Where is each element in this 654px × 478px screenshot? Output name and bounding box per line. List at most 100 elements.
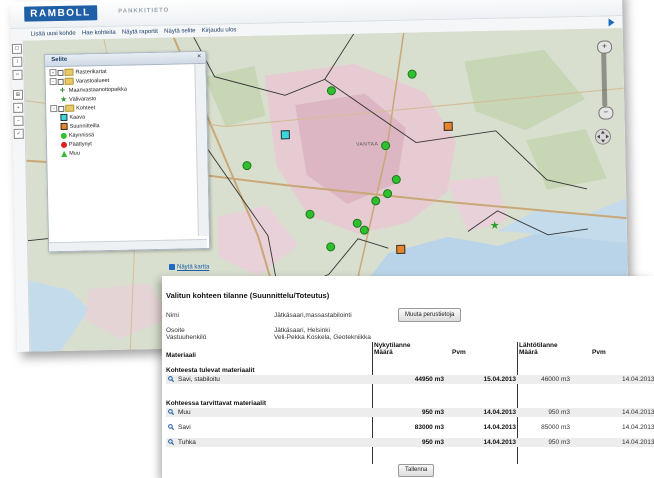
square-symbol-icon	[60, 113, 68, 122]
legend-item-muu: Muu	[51, 147, 199, 159]
legend-vertical-scrollbar[interactable]	[194, 63, 209, 237]
circle-symbol-icon	[60, 132, 67, 139]
material-name: Savi	[178, 424, 191, 431]
legend-tree: + Rasterikartat − Varastoalueet + Maanvasta…	[45, 64, 205, 243]
start-date: 14.04.2013	[622, 424, 654, 431]
field-label-responsible: Vastuuhenkilö	[166, 334, 207, 341]
triangle-symbol-icon	[61, 150, 68, 157]
collapse-arrow-icon[interactable]	[608, 18, 615, 27]
material-name: Muu	[178, 409, 191, 416]
square-symbol-icon	[60, 122, 68, 131]
marker-suunnitteilla[interactable]	[396, 244, 406, 254]
expand-icon[interactable]: +	[49, 69, 57, 77]
map-label-vantaa: VANTAA	[356, 141, 379, 148]
table-row[interactable]: Muu 950 m3 14.04.2013 950 m3 14.04.2013	[166, 408, 654, 417]
current-qty: 44950 m3	[414, 376, 444, 383]
current-date: 14.04.2013	[483, 409, 516, 416]
marker-kaava[interactable]	[280, 130, 290, 140]
plus-symbol-icon: +	[59, 84, 66, 96]
legend-horizontal-scrollbar[interactable]	[49, 238, 208, 252]
show-map-link[interactable]: Näytä kartta	[177, 265, 209, 271]
save-button[interactable]: Tallenna	[398, 464, 435, 477]
table-row[interactable]: Tuhka 950 m3 14.04.2013 950 m3 14.04.201…	[166, 438, 654, 447]
select-tool-icon[interactable]: ✓	[13, 128, 24, 139]
legend-item-label: Kohteet	[76, 105, 96, 112]
folder-icon	[65, 104, 75, 112]
legend-checkbox[interactable]	[57, 78, 64, 85]
field-label-name: Nimi	[166, 312, 179, 319]
table-row[interactable]: Savi 83000 m3 14.04.2013 85000 m3 14.04.…	[166, 423, 654, 432]
magnifier-icon[interactable]	[168, 424, 174, 430]
field-value-responsible: Veli-Pekka Koskela, Geotekniikka	[274, 334, 371, 341]
zoom-out-icon[interactable]: −	[598, 106, 614, 120]
legend-checkbox[interactable]	[58, 105, 65, 112]
legend-panel: Selite × + Rasterikartat − Varastoalueet +…	[44, 50, 211, 253]
legend-item-label: Päättynyt	[68, 141, 92, 148]
close-icon[interactable]: ×	[197, 53, 201, 60]
legend-item-label: Rasterikartat	[75, 68, 107, 76]
magnifier-icon[interactable]	[168, 409, 174, 415]
measure-tool-icon[interactable]: ⌗	[12, 69, 23, 80]
folder-icon	[64, 68, 74, 76]
collapse-icon[interactable]: −	[50, 105, 58, 113]
dialog-title: Valitun kohteen tilanne (Suunnittelu/Tot…	[166, 291, 330, 300]
legend-item-label: Suunnitteilla	[69, 123, 100, 130]
current-date: 14.04.2013	[483, 424, 516, 431]
section-incoming-title: Kohteesta tulevat materiaalit	[166, 367, 255, 374]
start-qty: 46000 m3	[541, 376, 570, 383]
table-row[interactable]: Savi, stabiloitu 44950 m3 15.04.2013 460…	[166, 375, 654, 384]
field-value-name: Jätkäsaari,massastabilointi	[274, 312, 352, 319]
start-qty: 950 m3	[548, 409, 570, 416]
start-qty: 85000 m3	[541, 424, 570, 431]
start-qty-header: Määrä	[519, 349, 538, 356]
map-link-row: Näytä kartta	[169, 264, 209, 271]
star-symbol-icon: ★	[59, 94, 68, 105]
current-date: 15.04.2013	[483, 376, 516, 383]
zoom-control: + −	[596, 40, 614, 124]
ramboll-logo: RAMBOLL	[24, 5, 97, 22]
pan-tool-icon[interactable]: ☐	[11, 43, 23, 54]
app-name: PANKKITIETO	[118, 7, 170, 15]
zoom-in-tool-icon[interactable]: +	[13, 102, 24, 113]
current-qty: 950 m3	[421, 439, 444, 446]
zoom-box-icon[interactable]: ⊞	[12, 89, 24, 100]
zoom-slider[interactable]	[601, 52, 608, 107]
legend-item-label: Varastoalueet	[75, 77, 110, 85]
info-tool-icon[interactable]: i	[12, 56, 23, 67]
current-qty-header: Määrä	[374, 349, 393, 356]
legend-item-label: Muu	[69, 150, 80, 157]
legend-item-label: Välivarasto	[68, 96, 97, 103]
menu-add-site[interactable]: Lisää uusi kohde	[31, 28, 76, 41]
legend-checkbox[interactable]	[57, 69, 64, 76]
section-needed-title: Kohteessa tarvittavat materiaalit	[166, 400, 267, 407]
pan-arrows-icon[interactable]	[595, 128, 611, 145]
start-date: 14.04.2013	[622, 439, 654, 446]
field-value-address: Jätkäsaari, Helsinki	[274, 327, 330, 334]
start-date-header: Pvm	[592, 349, 606, 356]
folder-icon	[64, 77, 74, 85]
menu-show-reports[interactable]: Näytä raportit	[122, 26, 158, 39]
site-status-dialog: Valitun kohteen tilanne (Suunnittelu/Tot…	[162, 276, 654, 478]
marker-suunnitteilla[interactable]	[443, 121, 453, 131]
start-qty: 950 m3	[548, 439, 570, 446]
start-date: 14.04.2013	[622, 376, 654, 383]
material-name: Savi, stabiloitu	[178, 376, 220, 383]
legend-item-label: Käynnissä	[68, 132, 95, 139]
magnifier-icon[interactable]	[168, 376, 174, 382]
menu-search-sites[interactable]: Hae kohteita	[82, 27, 116, 40]
zoom-in-icon[interactable]: +	[596, 40, 613, 54]
menu-logout[interactable]: Kirjaudu ulos	[202, 24, 237, 37]
material-name: Tuhka	[178, 439, 196, 446]
current-date: 14.04.2013	[483, 439, 516, 446]
collapse-icon[interactable]: −	[49, 78, 57, 86]
map-arrow-icon	[169, 264, 175, 270]
magnifier-icon[interactable]	[168, 439, 174, 445]
current-status-header: Nykytilanne	[374, 342, 411, 349]
zoom-out-tool-icon[interactable]: −	[13, 115, 24, 126]
start-status-header: Lähtötilanne	[519, 342, 558, 349]
current-qty: 950 m3	[421, 409, 444, 416]
legend-title: Selite	[51, 56, 68, 64]
edit-basic-info-button[interactable]: Muuta perustietoja	[398, 308, 462, 322]
menu-show-legend[interactable]: Näytä selite	[164, 25, 196, 38]
marker-valivarasto[interactable]: ★	[490, 220, 500, 232]
